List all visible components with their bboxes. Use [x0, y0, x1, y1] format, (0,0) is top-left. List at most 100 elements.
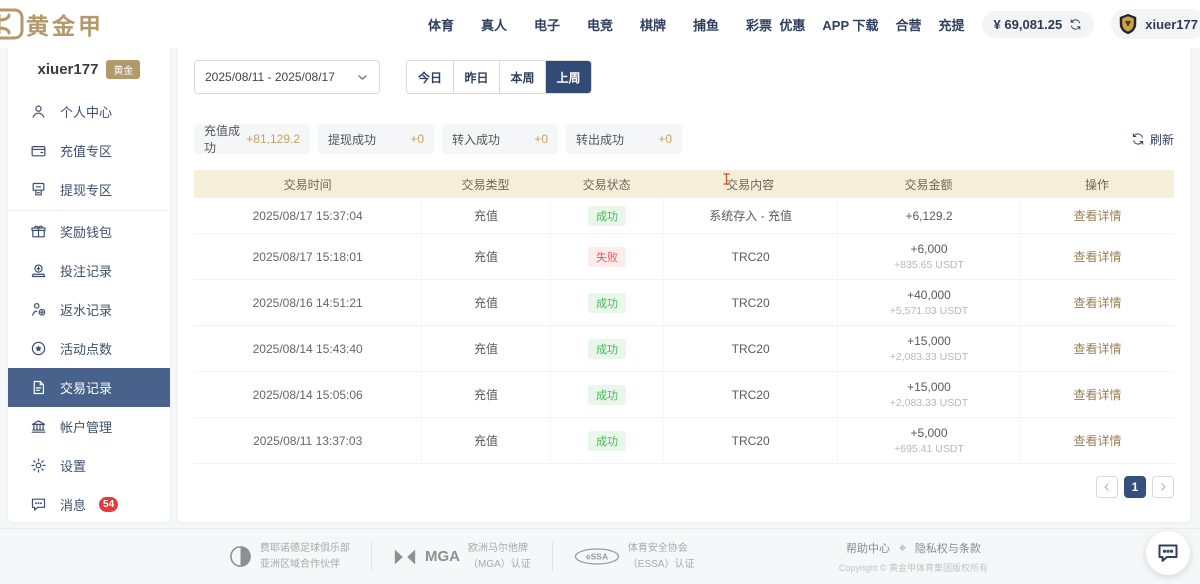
tab-period-2[interactable]: 昨日 — [453, 61, 499, 93]
status-badge: 成功 — [588, 385, 626, 405]
footer-right: 帮助中心◆隐私权与条款 Copyright © 黄金甲体育集团版权所有 — [839, 540, 988, 574]
filter-controls: 2025/08/11 - 2025/08/17 今日昨日本周上周 — [194, 60, 1174, 94]
nav-item-6[interactable]: 捕鱼 — [693, 15, 719, 34]
footer-link-2[interactable]: 隐私权与条款 — [915, 540, 981, 556]
cell-amount: +40,000+5,571.03 USDT — [837, 280, 1020, 325]
cell-type: 充值 — [421, 198, 549, 233]
sidebar-item-points[interactable]: 活动点数 — [8, 329, 170, 368]
sidebar-item-gear[interactable]: 设置 — [8, 446, 170, 485]
svg-text:eSSA: eSSA — [586, 552, 608, 562]
essa-logo: eSSA — [574, 548, 620, 565]
amount-main: +6,000 — [910, 242, 947, 256]
sidebar-item-withdraw[interactable]: 提现专区 — [8, 170, 170, 209]
current-page-button[interactable]: 1 — [1124, 476, 1146, 498]
view-details-link[interactable]: 查看详情 — [1074, 294, 1122, 311]
amount-main: +6,129.2 — [905, 209, 952, 223]
cell-time: 2025/08/11 13:37:03 — [194, 418, 421, 463]
balance-pill[interactable]: ¥ 69,081.25 — [982, 11, 1095, 38]
cert-text-line: 费耶诺德足球俱乐部 — [260, 541, 350, 557]
table-row: 2025/08/11 13:37:03充值成功TRC20+5,000+695.4… — [194, 418, 1174, 464]
column-header-1: 交易时间 — [194, 176, 421, 193]
chat-bubble-icon — [1156, 541, 1180, 565]
wallet-icon — [30, 142, 47, 159]
main-nav: 体育 真人 电子 电竞 棋牌 捕鱼 彩票 — [428, 0, 772, 48]
cert-text: 费耶诺德足球俱乐部亚洲区域合作伙伴 — [260, 541, 350, 572]
rebate-icon — [30, 301, 47, 318]
prev-page-button[interactable] — [1096, 476, 1118, 498]
view-details-link[interactable]: 查看详情 — [1074, 207, 1122, 224]
brand-name: 黄金甲 — [26, 7, 104, 41]
cell-type: 充值 — [421, 418, 549, 463]
summary-chip-label: 转出成功 — [576, 131, 624, 148]
amount-usdt: +2,083.33 USDT — [890, 351, 969, 363]
cert-brand-text: MGA — [425, 548, 460, 565]
cell-type: 充值 — [421, 326, 549, 371]
cert-text-line: （ESSA）认证 — [628, 557, 695, 573]
nav-item-3[interactable]: 电子 — [534, 15, 560, 34]
cell-time: 2025/08/17 15:37:04 — [194, 198, 421, 233]
footer-link-1[interactable]: 帮助中心 — [846, 540, 890, 556]
nav-item-7[interactable]: 彩票 — [746, 15, 772, 34]
feyenoord-logo — [229, 545, 252, 568]
sidebar-item-label: 交易记录 — [60, 378, 112, 397]
sidebar-item-bet-record[interactable]: 投注记录 — [8, 251, 170, 290]
refresh-button[interactable]: 刷新 — [1131, 131, 1174, 148]
date-range-value: 2025/08/11 - 2025/08/17 — [205, 70, 335, 84]
sidebar-item-transaction[interactable]: 交易记录 — [8, 368, 170, 407]
next-page-button[interactable] — [1152, 476, 1174, 498]
sidebar-item-label: 活动点数 — [60, 339, 112, 358]
view-details-link[interactable]: 查看详情 — [1074, 386, 1122, 403]
cert-text: 欧洲马尔他牌（MGA）认证 — [468, 541, 531, 572]
summary-chip-label: 充值成功 — [204, 122, 246, 156]
cell-amount: +5,000+695.41 USDT — [837, 418, 1020, 463]
quick-link-2[interactable]: APP 下载 — [822, 15, 878, 34]
certification-feyenoord: 费耶诺德足球俱乐部亚洲区域合作伙伴 — [208, 541, 371, 572]
view-details-link[interactable]: 查看详情 — [1074, 432, 1122, 449]
chevron-down-icon — [356, 71, 369, 84]
cell-action: 查看详情 — [1020, 418, 1174, 463]
quick-link-1[interactable]: 优惠 — [779, 15, 805, 34]
refresh-label: 刷新 — [1150, 131, 1174, 148]
cell-content: 系统存入 - 充值 — [663, 198, 836, 233]
amount-main: +15,000 — [907, 380, 951, 394]
quick-link-4[interactable]: 充提 — [939, 15, 965, 34]
cell-content: TRC20 — [663, 280, 836, 325]
tab-period-1[interactable]: 今日 — [407, 61, 453, 93]
sidebar-item-rebate[interactable]: 返水记录 — [8, 290, 170, 329]
tab-period-3[interactable]: 本周 — [499, 61, 545, 93]
cell-content: TRC20 — [663, 234, 836, 279]
sidebar-item-message[interactable]: 消息54 — [8, 485, 170, 524]
nav-item-5[interactable]: 棋牌 — [640, 15, 666, 34]
bet-record-icon — [30, 262, 47, 279]
nav-item-1[interactable]: 体育 — [428, 15, 454, 34]
sidebar-menu: 个人中心充值专区提现专区奖励钱包投注记录返水记录活动点数交易记录帐户管理设置消息… — [8, 92, 170, 524]
sidebar-item-gift[interactable]: 奖励钱包 — [8, 212, 170, 251]
nav-item-4[interactable]: 电竞 — [587, 15, 613, 34]
records-table: 交易时间交易类型交易状态交易内容交易金额操作 2025/08/17 15:37:… — [194, 170, 1174, 464]
user-menu[interactable]: xiuer177 — [1111, 9, 1200, 39]
tab-period-4[interactable]: 上周 — [545, 61, 591, 93]
summary-chip-4: 转出成功+0 — [566, 124, 682, 154]
refresh-balance-icon[interactable] — [1069, 18, 1082, 31]
cell-content: TRC20 — [663, 326, 836, 371]
sidebar-item-wallet[interactable]: 充值专区 — [8, 131, 170, 170]
gear-icon — [30, 457, 47, 474]
table-body: 2025/08/17 15:37:04充值成功系统存入 - 充值+6,129.2… — [194, 198, 1174, 464]
nav-item-2[interactable]: 真人 — [481, 15, 507, 34]
quick-link-3[interactable]: 合营 — [896, 15, 922, 34]
cert-text-line: （MGA）认证 — [468, 557, 531, 573]
transaction-icon — [30, 379, 47, 396]
brand-logo[interactable]: 黄金甲 — [0, 7, 104, 41]
sidebar-item-user[interactable]: 个人中心 — [8, 92, 170, 131]
view-details-link[interactable]: 查看详情 — [1074, 248, 1122, 265]
cell-status: 失败 — [550, 234, 664, 279]
column-header-3: 交易状态 — [550, 176, 664, 193]
sidebar-item-bank[interactable]: 帐户管理 — [8, 407, 170, 446]
sidebar-item-label: 投注记录 — [60, 261, 112, 280]
date-range-select[interactable]: 2025/08/11 - 2025/08/17 — [194, 60, 380, 94]
chat-fab-button[interactable] — [1146, 531, 1190, 575]
brand-emblem-icon — [0, 7, 26, 41]
cell-action: 查看详情 — [1020, 280, 1174, 325]
cell-type: 充值 — [421, 234, 549, 279]
view-details-link[interactable]: 查看详情 — [1074, 340, 1122, 357]
